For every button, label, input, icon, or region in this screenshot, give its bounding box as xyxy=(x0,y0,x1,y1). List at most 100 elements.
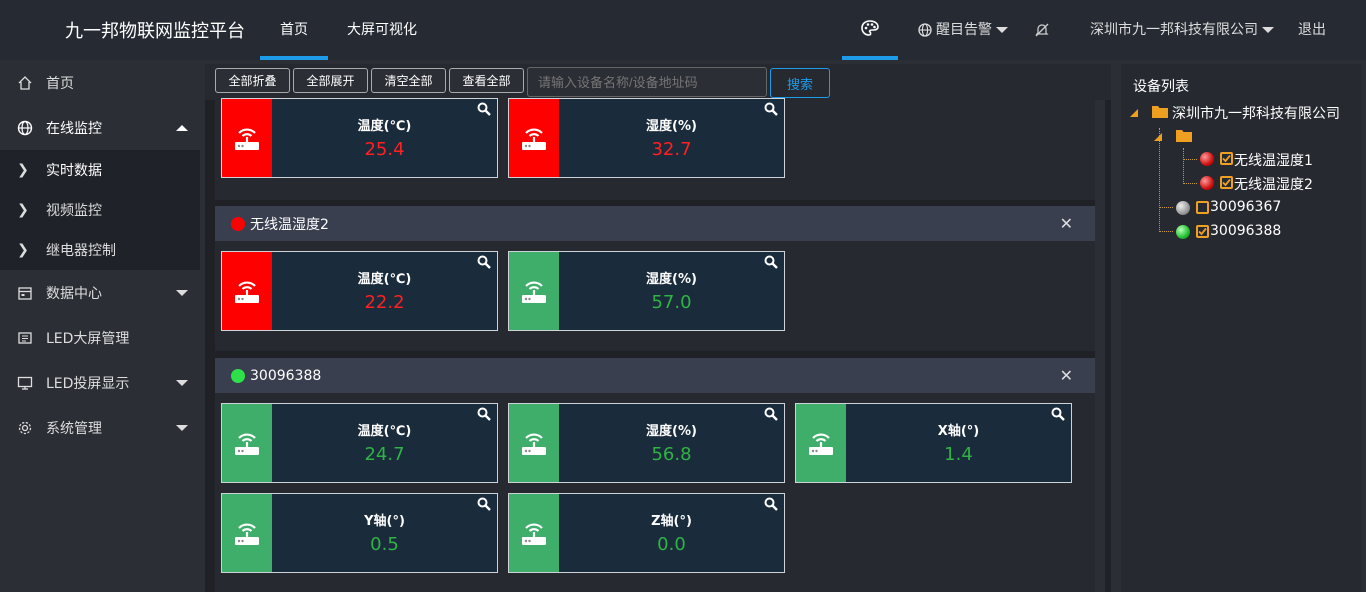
tree-node-device[interactable]: 无线温湿度2 xyxy=(1234,174,1313,194)
router-icon xyxy=(509,404,559,482)
tree-node-company[interactable]: 深圳市九一邦科技有限公司 xyxy=(1172,103,1340,123)
zoom-icon[interactable] xyxy=(477,407,491,421)
sensor-card[interactable]: 温度(℃) 22.2 xyxy=(221,251,498,331)
checkbox-checked[interactable] xyxy=(1220,176,1233,189)
router-icon xyxy=(796,404,846,482)
expand-toggle-icon[interactable] xyxy=(1153,132,1163,142)
led-icon xyxy=(0,330,46,346)
sensor-card[interactable]: Y轴(°) 0.5 xyxy=(221,493,498,573)
sidebar-item-relay-control[interactable]: ❯ 继电器控制 xyxy=(0,230,200,270)
chevron-right-icon: ❯ xyxy=(17,162,29,178)
router-icon xyxy=(222,99,272,177)
zoom-icon[interactable] xyxy=(764,407,778,421)
chevron-down-icon xyxy=(1262,27,1274,33)
device-group-1: 温度(℃) 25.4 湿度(%) 32.7 xyxy=(215,98,1095,200)
chevron-up-icon xyxy=(176,125,188,131)
zoom-icon[interactable] xyxy=(764,255,778,269)
search-button[interactable]: 搜索 xyxy=(770,68,830,98)
status-red-icon xyxy=(1200,152,1214,166)
scrollbar-track[interactable] xyxy=(1095,100,1105,592)
sensor-card[interactable]: X轴(°) 1.4 xyxy=(795,403,1072,483)
zoom-icon[interactable] xyxy=(764,497,778,511)
sidebar-item-online-monitor[interactable]: 在线监控 xyxy=(0,108,200,148)
tab-home[interactable]: 首页 xyxy=(260,0,328,60)
device-group-header[interactable]: 30096388 ✕ xyxy=(215,358,1095,393)
alarm-label: 醒目告警 xyxy=(936,22,992,38)
device-list-panel: 设备列表 深圳市九一邦科技有限公司 无线温湿度1 无线温湿度2 30096367… xyxy=(1121,64,1361,592)
expand-all-button[interactable]: 全部展开 xyxy=(293,68,368,93)
tree-line xyxy=(1159,231,1173,232)
status-green-icon xyxy=(1176,225,1190,239)
tree-line xyxy=(1159,207,1173,208)
sensor-card[interactable]: Z轴(°) 0.0 xyxy=(508,493,785,573)
sidebar-item-led-cast[interactable]: LED投屏显示 xyxy=(0,363,200,403)
status-dot xyxy=(231,216,245,231)
sensor-card[interactable]: 湿度(%) 57.0 xyxy=(508,251,785,331)
checkbox-checked[interactable] xyxy=(1220,152,1233,165)
sidebar-item-realtime-data[interactable]: ❯ 实时数据 xyxy=(0,150,200,190)
gear-icon xyxy=(0,420,46,436)
sidebar-item-video-monitor[interactable]: ❯ 视频监控 xyxy=(0,190,200,230)
globe-icon xyxy=(918,23,932,37)
tree-line xyxy=(1183,183,1197,184)
device-list-title: 设备列表 xyxy=(1133,79,1189,95)
device-search-input[interactable] xyxy=(527,67,767,97)
clear-all-button[interactable]: 清空全部 xyxy=(371,68,446,93)
sensor-value: 22.2 xyxy=(364,292,405,313)
chevron-right-icon: ❯ xyxy=(17,202,29,218)
zoom-icon[interactable] xyxy=(477,255,491,269)
zoom-icon[interactable] xyxy=(477,497,491,511)
company-name: 深圳市九一邦科技有限公司 xyxy=(1090,22,1258,38)
mute-bell-button[interactable] xyxy=(1034,0,1050,60)
router-icon xyxy=(222,404,272,482)
sensor-card[interactable]: 湿度(%) 32.7 xyxy=(508,98,785,178)
sidebar-item-label: LED投屏显示 xyxy=(46,376,130,392)
chevron-right-icon: ❯ xyxy=(17,242,29,258)
sensor-value: 0.0 xyxy=(657,534,686,555)
zoom-icon[interactable] xyxy=(1051,407,1065,421)
view-all-button[interactable]: 查看全部 xyxy=(449,68,524,93)
calendar-icon xyxy=(0,285,46,301)
checkbox-checked[interactable] xyxy=(1196,225,1209,238)
router-icon xyxy=(509,252,559,330)
zoom-icon[interactable] xyxy=(764,102,778,116)
close-icon[interactable]: ✕ xyxy=(1060,214,1073,233)
router-icon xyxy=(509,494,559,572)
logout-link[interactable]: 退出 xyxy=(1298,0,1326,60)
sidebar-item-system[interactable]: 系统管理 xyxy=(0,408,200,448)
theme-palette-button[interactable] xyxy=(842,0,898,60)
zoom-icon[interactable] xyxy=(477,102,491,116)
sensor-card[interactable]: 温度(℃) 24.7 xyxy=(221,403,498,483)
chevron-down-icon xyxy=(176,290,188,296)
tab-big-screen[interactable]: 大屏可视化 xyxy=(336,0,428,60)
toolbar: 全部折叠 全部展开 清空全部 查看全部 搜索 xyxy=(205,64,1111,100)
alarm-dropdown[interactable]: 醒目告警 xyxy=(918,0,1008,60)
sensor-label: 湿度(%) xyxy=(646,119,697,134)
sidebar-item-data-center[interactable]: 数据中心 xyxy=(0,273,200,313)
collapse-all-button[interactable]: 全部折叠 xyxy=(215,68,290,93)
sensor-card[interactable]: 温度(℃) 25.4 xyxy=(221,98,498,178)
router-icon xyxy=(222,252,272,330)
sensor-value: 56.8 xyxy=(651,444,692,465)
sensor-label: 温度(℃) xyxy=(357,424,412,439)
sensor-label: Y轴(°) xyxy=(364,514,405,529)
tree-node-device[interactable]: 无线温湿度1 xyxy=(1234,150,1313,170)
tree-node-device[interactable]: 30096367 xyxy=(1210,199,1281,215)
device-group-header[interactable]: 无线温湿度2 ✕ xyxy=(215,206,1095,241)
tree-node-device[interactable]: 30096388 xyxy=(1210,223,1281,239)
home-icon xyxy=(0,75,46,91)
expand-toggle-icon[interactable] xyxy=(1129,108,1139,118)
checkbox-unchecked[interactable] xyxy=(1196,201,1209,214)
tree-line xyxy=(1159,128,1160,232)
sensor-label: 湿度(%) xyxy=(646,272,697,287)
realtime-data-panel: 全部折叠 全部展开 清空全部 查看全部 搜索 温度(℃) 25.4 湿度(%) … xyxy=(205,64,1111,592)
sidebar-item-led-screen[interactable]: LED大屏管理 xyxy=(0,318,200,358)
sensor-value: 32.7 xyxy=(651,139,692,160)
sidebar-item-home[interactable]: 首页 xyxy=(0,63,200,103)
sensor-value: 1.4 xyxy=(944,444,973,465)
close-icon[interactable]: ✕ xyxy=(1060,366,1073,385)
sidebar-item-label: 继电器控制 xyxy=(46,243,116,259)
sensor-card[interactable]: 湿度(%) 56.8 xyxy=(508,403,785,483)
sidebar-item-label: 数据中心 xyxy=(46,286,102,302)
company-dropdown[interactable]: 深圳市九一邦科技有限公司 xyxy=(1090,0,1274,60)
